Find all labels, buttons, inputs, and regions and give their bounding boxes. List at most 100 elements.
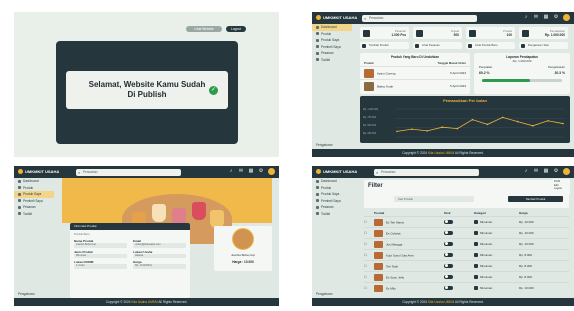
avatar[interactable] bbox=[268, 168, 275, 175]
toggle-switch[interactable] bbox=[444, 230, 453, 235]
table-row[interactable]: ☐ Es Milo Minuman Rp. 10.000 bbox=[364, 282, 569, 293]
sidebar-item-pengaturan[interactable]: Pengaturan bbox=[18, 292, 34, 296]
product-cell: Teh Tarik bbox=[374, 262, 444, 270]
list-icon bbox=[415, 43, 419, 48]
cart-icon bbox=[363, 29, 370, 37]
table-row[interactable]: ☐ Kopi Susu Gula Aren Minuman Rp. 8.000 bbox=[364, 249, 569, 260]
chat-icon[interactable]: ✉ bbox=[533, 168, 539, 175]
sidebar-item-toolkit[interactable]: Toolkit bbox=[312, 211, 352, 218]
product-name-field[interactable]: Jual Es Boba Cup bbox=[74, 243, 127, 248]
stock-toggle[interactable] bbox=[444, 230, 474, 236]
sales-percent: 60.2 % bbox=[479, 71, 490, 75]
logout-button[interactable]: Logout bbox=[226, 26, 246, 32]
sidebar-item-toolkit[interactable]: Toolkit bbox=[312, 57, 352, 64]
location-field[interactable]: Jakarta bbox=[133, 253, 186, 258]
toggle-switch[interactable] bbox=[444, 219, 453, 224]
delivery-field[interactable]: 1-4 hari bbox=[74, 264, 127, 269]
toggle-switch[interactable] bbox=[444, 241, 453, 246]
gear-icon[interactable]: ⚙ bbox=[258, 168, 264, 175]
quick-action-chip[interactable]: Lihat Produk Baru bbox=[466, 42, 515, 49]
income-data-point bbox=[486, 123, 489, 126]
table-row[interactable]: ☐ Es Cokelat Minuman Rp. 10.000 bbox=[364, 227, 569, 238]
row-checkbox[interactable]: ☐ bbox=[364, 253, 374, 257]
stock-toggle[interactable] bbox=[444, 219, 474, 225]
stat-value: 500 bbox=[453, 33, 459, 37]
bell-icon[interactable]: ♪ bbox=[523, 168, 529, 175]
quick-action-chip[interactable]: Tambah Produk bbox=[360, 42, 409, 49]
bell-icon[interactable]: ♪ bbox=[228, 168, 234, 175]
sidebar: Dashboard Produk Produk Saya Pembeli Say… bbox=[312, 178, 352, 298]
search-input[interactable]: ⌕ Pencarian bbox=[374, 168, 479, 176]
menu-item-logout[interactable]: Logout bbox=[554, 187, 568, 191]
sales-progress bbox=[482, 79, 562, 82]
row-checkbox[interactable]: ☐ bbox=[364, 231, 374, 235]
toggle-switch[interactable] bbox=[444, 252, 453, 257]
stock-toggle[interactable] bbox=[444, 252, 474, 258]
product-type-field[interactable]: Minuman bbox=[74, 253, 127, 258]
toggle-switch[interactable] bbox=[444, 263, 453, 268]
brand[interactable]: UMKMKIT USAHA bbox=[316, 169, 357, 175]
stock-toggle[interactable] bbox=[444, 241, 474, 247]
row-checkbox[interactable]: ☐ bbox=[364, 275, 374, 279]
chat-icon[interactable]: ✉ bbox=[238, 168, 244, 175]
table-row[interactable]: ☐ Jus Mangga Minuman Rp. 10.000 bbox=[364, 238, 569, 249]
product-name: Es Cokelat bbox=[386, 230, 401, 235]
brand[interactable]: UMKMKIT USAHA bbox=[18, 169, 59, 175]
row-checkbox[interactable]: ☐ bbox=[364, 264, 374, 268]
stock-toggle[interactable] bbox=[444, 263, 474, 269]
preview-website-button[interactable]: Lihat Website bbox=[186, 26, 222, 32]
product-search-input[interactable]: Cari Produk bbox=[394, 196, 474, 202]
category-icon bbox=[474, 275, 478, 280]
gear-icon[interactable]: ⚙ bbox=[553, 168, 559, 175]
sidebar-label: Toolkit bbox=[23, 211, 33, 216]
search-icon: ⌕ bbox=[376, 169, 379, 175]
price-field[interactable]: Rp. 10.000/Pcs bbox=[133, 264, 186, 269]
top-bar: UMKMKIT USAHA ⌕ Pencarian ♪ ✉ ▦ ⚙ bbox=[312, 166, 574, 178]
column-header: Tanggal Masuk Order bbox=[437, 61, 466, 65]
row-checkbox[interactable]: ☐ bbox=[364, 242, 374, 246]
tool-icon bbox=[316, 58, 319, 62]
avatar[interactable] bbox=[563, 168, 570, 175]
chat-icon[interactable]: ✉ bbox=[533, 14, 539, 21]
publish-message: Selamat, Website Kamu Sudah Di Publish bbox=[88, 80, 206, 99]
row-checkbox[interactable]: ☐ bbox=[364, 220, 374, 224]
table-row[interactable]: ☐ Es Susu Jelly Minuman Rp. 8.000 bbox=[364, 271, 569, 282]
sidebar-item-pengaturan[interactable]: Pengaturan bbox=[316, 143, 332, 147]
quick-action-chip[interactable]: Pengaturan Toko bbox=[519, 42, 568, 49]
sidebar-item-toolkit[interactable]: Toolkit bbox=[14, 211, 54, 218]
table-row[interactable]: Ayam Goreng 6 April 2024 bbox=[360, 66, 470, 79]
search-input[interactable]: ⌕ Pencarian bbox=[362, 14, 477, 22]
quick-action-chip[interactable]: Lihat Pesanan bbox=[413, 42, 462, 49]
stock-toggle[interactable] bbox=[444, 285, 474, 291]
gear-icon[interactable]: ⚙ bbox=[553, 14, 559, 21]
grid-icon[interactable]: ▦ bbox=[543, 14, 549, 21]
product-name: Teh Tarik bbox=[386, 263, 398, 268]
grid-icon[interactable]: ▦ bbox=[248, 168, 254, 175]
footer-copyright: Copyright © 2024 bbox=[402, 300, 428, 304]
search-input[interactable]: ⌕ Pencarian bbox=[76, 168, 181, 176]
table-row[interactable]: Bakso Kuah 5 April 2024 bbox=[360, 79, 470, 92]
row-checkbox[interactable]: ☐ bbox=[364, 286, 374, 290]
top-bar: UMKMKIT USAHA ⌕ Pencarian ♪ ✉ ▦ ⚙ bbox=[312, 12, 574, 24]
product-cell: Es Cokelat bbox=[374, 229, 444, 237]
sidebar-item-pengaturan[interactable]: Pengaturan bbox=[316, 292, 332, 296]
toggle-switch[interactable] bbox=[444, 285, 453, 290]
grid-icon[interactable]: ▦ bbox=[543, 168, 549, 175]
bell-icon[interactable]: ♪ bbox=[523, 14, 529, 21]
toggle-switch[interactable] bbox=[444, 274, 453, 279]
box-icon bbox=[18, 186, 21, 190]
email-field[interactable]: umkm@kitausaha.com bbox=[133, 243, 186, 248]
dashboard-icon bbox=[18, 179, 21, 183]
table-row[interactable]: ☐ Teh Tarik Minuman Rp. 8.000 bbox=[364, 260, 569, 271]
cup-image bbox=[192, 202, 206, 220]
table-row[interactable]: ☐ Es Teh Manis Minuman Rp. 10.000 bbox=[364, 216, 569, 227]
brand-logo-icon bbox=[18, 169, 23, 175]
brand[interactable]: UMKMKIT USAHA bbox=[316, 15, 357, 21]
stock-toggle[interactable] bbox=[444, 274, 474, 280]
cup-image bbox=[152, 204, 166, 222]
product-image bbox=[364, 68, 374, 78]
add-product-button[interactable]: Tambah Produk bbox=[508, 196, 563, 202]
cart-icon bbox=[18, 205, 21, 209]
chip-label: Lihat Pesanan bbox=[422, 43, 440, 47]
avatar[interactable] bbox=[563, 14, 570, 21]
